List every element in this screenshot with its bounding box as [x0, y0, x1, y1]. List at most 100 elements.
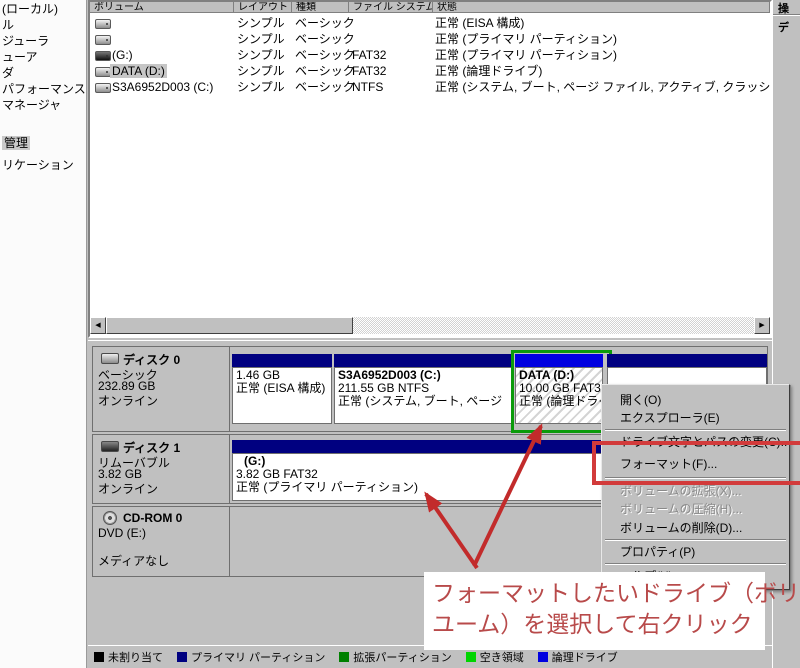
- tree-item-viewer[interactable]: ューア: [2, 50, 38, 64]
- volume-status: 正常 (システム, ブート, ページ ファイル, アクティブ, クラッシュ: [435, 79, 770, 95]
- legend-item: 論理ドライブ: [538, 649, 618, 665]
- annotation-line2: ユーム）を選択して右クリック: [432, 609, 765, 640]
- volume-layout: シンプル: [237, 47, 285, 63]
- disk0-size: 232.89 GB: [98, 379, 155, 393]
- volume-fs: FAT32: [352, 47, 386, 63]
- legend-label: 未割り当て: [108, 649, 163, 665]
- volume-status: 正常 (論理ドライブ): [435, 63, 542, 79]
- divider: [773, 14, 800, 16]
- legend-swatch-primary: [177, 652, 187, 662]
- disk0-name: ディスク 0: [123, 353, 180, 367]
- column-header-status[interactable]: 状態: [433, 2, 770, 13]
- volume-icon: [95, 67, 111, 77]
- partition-color-band: [607, 354, 767, 367]
- menu-item-delete-volume[interactable]: ボリュームの削除(D)...: [604, 519, 787, 537]
- annotation-text-box: フォーマットしたいドライブ（ボリ ユーム）を選択して右クリック: [424, 572, 765, 650]
- tree-item-folder[interactable]: ダ: [2, 66, 14, 80]
- partition-eisa[interactable]: 1.46 GB 正常 (EISA 構成): [232, 354, 332, 424]
- volume-icon: [95, 51, 111, 61]
- scroll-left-icon: ◀: [95, 322, 100, 329]
- scroll-right-button[interactable]: ▶: [754, 317, 770, 334]
- extended-partition-selection-frame: [511, 350, 612, 433]
- menu-item-open[interactable]: 開く(O): [604, 391, 787, 409]
- disk-management-window: (ローカル) ル ジューラ ューア ダ パフォーマンス マネージャ 管理 リケー…: [0, 0, 800, 668]
- volume-icon: [95, 35, 111, 45]
- volume-icon: [95, 19, 111, 29]
- cdrom-media-status: メディアなし: [98, 552, 169, 569]
- legend-swatch-free: [466, 652, 476, 662]
- volume-name: DATA (D:): [110, 64, 167, 78]
- annotation-line1: フォーマットしたいドライブ（ボリ: [432, 578, 765, 609]
- volume-icon: [95, 83, 111, 93]
- column-header-layout[interactable]: レイアウト: [234, 2, 292, 13]
- volume-type: ベーシック: [295, 15, 355, 31]
- tree-item-disk-management-selected[interactable]: 管理: [2, 136, 30, 150]
- scrollbar-thumb[interactable]: [106, 317, 353, 334]
- volume-layout: シンプル: [237, 63, 285, 79]
- cdrom-label-box[interactable]: CD-ROM 0 DVD (E:) メディアなし: [93, 507, 230, 576]
- table-row[interactable]: シンプル ベーシック 正常 (EISA 構成): [90, 15, 770, 31]
- column-header-filesystem[interactable]: ファイル システム: [349, 2, 433, 13]
- disk1-size: 3.82 GB: [98, 467, 142, 481]
- disk1-status: オンライン: [98, 480, 158, 497]
- volume-name: S3A6952D003 (C:): [112, 79, 213, 95]
- disk0-status: オンライン: [98, 392, 158, 409]
- volume-status: 正常 (プライマリ パーティション): [435, 47, 617, 63]
- cdrom-icon: [103, 511, 117, 525]
- partition-color-band: [334, 354, 512, 367]
- tree-item-scheduler[interactable]: ジューラ: [2, 34, 49, 48]
- menu-separator: [605, 563, 786, 565]
- context-menu: 開く(O) エクスプローラ(E) ドライブ文字とパスの変更(C)... フォーマ…: [601, 384, 790, 590]
- format-highlight-rectangle: [592, 441, 800, 485]
- tree-item-applications[interactable]: リケーション: [2, 158, 74, 172]
- partition-status: 正常 (EISA 構成): [236, 382, 328, 395]
- column-header-type[interactable]: 種類: [292, 2, 349, 13]
- menu-separator: [605, 429, 786, 431]
- scroll-left-button[interactable]: ◀: [90, 317, 106, 334]
- volume-type: ベーシック: [295, 79, 355, 95]
- volume-layout: シンプル: [237, 79, 285, 95]
- action-pane-item-fragment: デ: [778, 19, 789, 35]
- tree-item-manager[interactable]: マネージャ: [2, 98, 61, 112]
- legend-label: プライマリ パーティション: [191, 649, 325, 665]
- table-row[interactable]: S3A6952D003 (C:) シンプル ベーシック NTFS 正常 (システ…: [90, 79, 770, 95]
- disk0-label-box[interactable]: ディスク 0 ベーシック 232.89 GB オンライン: [93, 347, 230, 431]
- scroll-right-icon: ▶: [759, 322, 764, 329]
- column-header-volume[interactable]: ボリューム: [90, 2, 234, 13]
- menu-item-explorer[interactable]: エクスプローラ(E): [604, 409, 787, 427]
- legend-item: 拡張パーティション: [339, 649, 451, 665]
- disk1-label-box[interactable]: ディスク 1 リムーバブル 3.82 GB オンライン: [93, 435, 230, 503]
- legend-item: プライマリ パーティション: [177, 649, 325, 665]
- tree-item-local[interactable]: (ローカル): [2, 2, 58, 16]
- cdrom-drive-letter: DVD (E:): [98, 526, 146, 540]
- table-row[interactable]: シンプル ベーシック 正常 (プライマリ パーティション): [90, 31, 770, 47]
- legend-swatch-logical: [538, 652, 548, 662]
- removable-disk-icon: [101, 441, 119, 452]
- legend-swatch-unallocated: [94, 652, 104, 662]
- disk-icon: [101, 353, 119, 364]
- menu-separator: [605, 539, 786, 541]
- console-tree-sidebar: (ローカル) ル ジューラ ューア ダ パフォーマンス マネージャ 管理 リケー…: [0, 0, 87, 668]
- volume-fs: NTFS: [352, 79, 383, 95]
- partition-c[interactable]: S3A6952D003 (C:) 211.55 GB NTFS 正常 (システム…: [334, 354, 512, 424]
- volume-fs: FAT32: [352, 63, 386, 79]
- legend-swatch-extended: [339, 652, 349, 662]
- volume-list-panel: ボリューム レイアウト 種類 ファイル システム 状態 シンプル ベーシック 正…: [88, 0, 772, 338]
- partition-status: 正常 (システム, ブート, ページ: [338, 395, 508, 408]
- table-row-selected[interactable]: DATA (D:) シンプル ベーシック FAT32 正常 (論理ドライブ): [90, 63, 770, 79]
- tree-item-performance[interactable]: パフォーマンス: [2, 82, 86, 96]
- volume-type: ベーシック: [295, 31, 355, 47]
- volume-status: 正常 (EISA 構成): [435, 15, 524, 31]
- horizontal-scrollbar[interactable]: ◀ ▶: [90, 317, 770, 334]
- volume-name: (G:): [112, 47, 133, 63]
- volume-type: ベーシック: [295, 63, 355, 79]
- volume-layout: シンプル: [237, 15, 285, 31]
- legend-label: 空き領域: [480, 649, 524, 665]
- legend-item: 空き領域: [466, 649, 524, 665]
- menu-item-properties[interactable]: プロパティ(P): [604, 543, 787, 561]
- tree-item-system-tools[interactable]: ル: [2, 18, 14, 32]
- volume-status: 正常 (プライマリ パーティション): [435, 31, 617, 47]
- table-row[interactable]: (G:) シンプル ベーシック FAT32 正常 (プライマリ パーティション): [90, 47, 770, 63]
- partition-color-band: [232, 354, 332, 367]
- volume-type: ベーシック: [295, 47, 355, 63]
